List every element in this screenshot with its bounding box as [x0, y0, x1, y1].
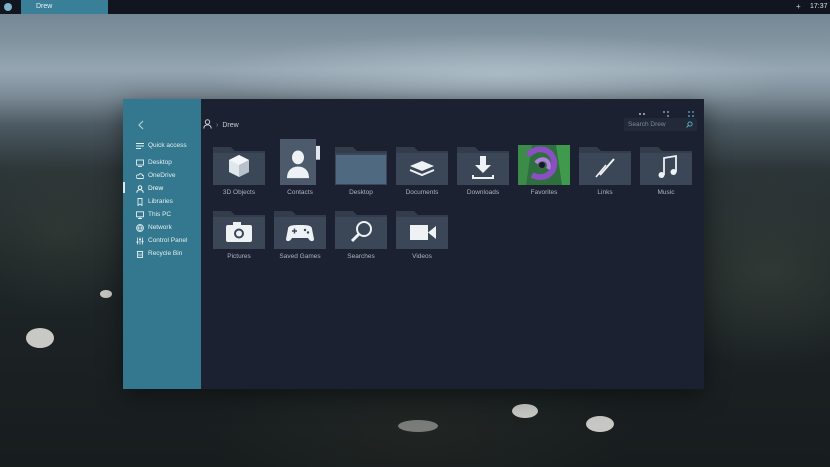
- cloud-icon: [135, 171, 144, 180]
- sidebar-item-control-panel[interactable]: Control Panel: [135, 235, 187, 246]
- search-icon[interactable]: [686, 121, 693, 128]
- sidebar-item-label: This PC: [148, 211, 172, 218]
- sidebar-item-label: Quick access: [148, 142, 187, 149]
- user-icon: [135, 184, 144, 193]
- file-explorer-window: Quick access Desktop OneDrive Drew Libra…: [123, 99, 704, 389]
- sliders-icon: [135, 236, 144, 245]
- taskbar-item-drew[interactable]: Drew: [21, 0, 108, 14]
- user-icon: [203, 119, 212, 131]
- navigation-sidebar: Quick access Desktop OneDrive Drew Libra…: [123, 99, 201, 389]
- folder-label: Searches: [347, 253, 375, 260]
- folder-label: Downloads: [466, 189, 500, 196]
- sidebar-item-label: Drew: [148, 185, 164, 192]
- sidebar-item-desktop[interactable]: Desktop: [135, 157, 172, 168]
- minimize-button[interactable]: [637, 105, 647, 115]
- folder-saved-games[interactable]: Saved Games: [272, 203, 328, 263]
- folder-label: Favorites: [530, 189, 558, 196]
- breadcrumb: › Drew: [203, 119, 239, 131]
- folder-label: Saved Games: [279, 253, 321, 260]
- folder-documents[interactable]: Documents: [394, 139, 450, 199]
- close-button[interactable]: [686, 105, 696, 117]
- top-taskbar: Drew + 17:37: [0, 0, 830, 14]
- wallpaper-flower: [586, 416, 614, 432]
- folder-label: Documents: [405, 189, 439, 196]
- folder-desktop[interactable]: Desktop: [333, 139, 389, 199]
- folder-favorites[interactable]: Favorites: [516, 139, 572, 199]
- monitor-icon: [135, 210, 144, 219]
- desktop-folder-icon: [336, 155, 386, 184]
- search-input[interactable]: Search Drew: [624, 118, 697, 131]
- folder-label: Desktop: [349, 189, 373, 196]
- folder-music[interactable]: Music: [638, 139, 694, 199]
- sidebar-item-quick-access[interactable]: Quick access: [135, 140, 187, 151]
- wallpaper-flower: [100, 290, 112, 298]
- sidebar-item-onedrive[interactable]: OneDrive: [135, 170, 175, 181]
- clock: 17:37: [810, 3, 828, 10]
- folder-3d-objects[interactable]: 3D Objects: [211, 139, 267, 199]
- list-icon: [135, 141, 144, 150]
- folder-links[interactable]: Links: [577, 139, 633, 199]
- sidebar-item-this-pc[interactable]: This PC: [135, 209, 171, 220]
- favorites-thumbnail: [518, 145, 570, 185]
- sidebar-item-recycle-bin[interactable]: Recycle Bin: [135, 248, 182, 259]
- breadcrumb-separator: ›: [216, 121, 219, 129]
- trash-icon: [135, 249, 144, 258]
- active-item-indicator: [123, 182, 125, 193]
- folder-videos[interactable]: Videos: [394, 203, 450, 263]
- folder-label: Links: [597, 189, 613, 196]
- wallpaper-flower: [26, 328, 54, 348]
- sidebar-item-libraries[interactable]: Libraries: [135, 196, 173, 207]
- bookmark-icon: [135, 197, 144, 206]
- folder-pictures[interactable]: Pictures: [211, 203, 267, 263]
- wallpaper-flower: [512, 404, 538, 418]
- wallpaper-flower: [398, 420, 438, 432]
- folder-contacts[interactable]: Contacts: [272, 139, 328, 199]
- add-workspace-icon[interactable]: +: [796, 0, 801, 14]
- back-arrow-icon[interactable]: [137, 120, 145, 133]
- breadcrumb-current[interactable]: Drew: [222, 122, 238, 129]
- maximize-button[interactable]: [661, 105, 671, 117]
- folder-label: Pictures: [227, 253, 251, 260]
- search-placeholder: Search Drew: [628, 121, 666, 128]
- camera-icon: [226, 222, 252, 242]
- sidebar-item-label: OneDrive: [148, 172, 176, 179]
- sidebar-item-label: Control Panel: [148, 237, 188, 244]
- sidebar-item-label: Recycle Bin: [148, 250, 183, 257]
- sidebar-item-drew[interactable]: Drew: [135, 183, 163, 194]
- sidebar-item-label: Desktop: [148, 159, 172, 166]
- sidebar-item-network[interactable]: Network: [135, 222, 172, 233]
- start-logo-icon[interactable]: [4, 3, 12, 11]
- folder-label: Music: [657, 189, 675, 196]
- sidebar-item-label: Network: [148, 224, 172, 231]
- folder-label: Contacts: [287, 189, 313, 196]
- desktop-icon: [135, 158, 144, 167]
- folder-label: 3D Objects: [222, 189, 256, 196]
- globe-icon: [135, 223, 144, 232]
- folder-searches[interactable]: Searches: [333, 203, 389, 263]
- folder-label: Videos: [412, 253, 432, 260]
- sidebar-item-label: Libraries: [148, 198, 173, 205]
- folder-downloads[interactable]: Downloads: [455, 139, 511, 199]
